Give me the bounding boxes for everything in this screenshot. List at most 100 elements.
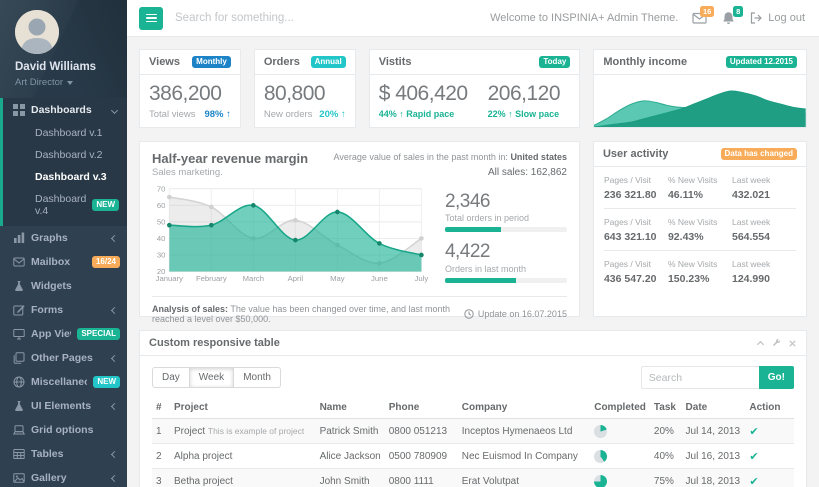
svg-text:70: 70 (157, 184, 166, 193)
sidebar-item-dashboard-v3[interactable]: Dashboard v.3 (3, 166, 127, 188)
check-icon[interactable]: ✔ (749, 475, 758, 487)
sidebar-item-dashboard-v2[interactable]: Dashboard v.2 (3, 144, 127, 166)
wrench-icon (772, 339, 781, 348)
sidebar-item-grid-options[interactable]: Grid options (0, 418, 127, 442)
custom-table-panel: Custom responsive table Day Week Month (139, 330, 807, 487)
kpi-label: Total orders in period (445, 213, 567, 223)
action-cell: ✔ (745, 419, 794, 444)
kpi-value: 4,422 (445, 242, 567, 263)
analysis-text: Analysis of sales: The value has been ch… (152, 304, 456, 324)
sidebar-item-miscellaneous[interactable]: Miscellaneous NEW (0, 370, 127, 394)
table-row: 1 Project This is example of project Pat… (152, 419, 794, 444)
sidebar-item-gallery[interactable]: Gallery (0, 466, 127, 487)
mailbox-count-badge: 16/24 (92, 256, 120, 268)
topbar: Welcome to INSPINIA+ Admin Theme. 16 8 L… (127, 0, 819, 37)
views-delta: 98% (204, 109, 223, 120)
alerts-button[interactable]: 8 (721, 11, 736, 25)
activity-row: Pages / Visit436 547.20 % New Visits150.… (604, 251, 796, 292)
task-cell: 75% (650, 469, 682, 487)
completed-pie-chart (594, 425, 607, 438)
chevron-left-icon (111, 402, 118, 409)
update-time: Update on 16.07.2015 (464, 304, 567, 324)
stats-row: Views Monthly 386,200 Total views 98% ↑ … (139, 49, 807, 128)
project-note: This is example of project (208, 426, 304, 436)
revenue-chart-wrap: 203040506070JanuaryFebruaryMarchAprilMay… (152, 182, 433, 286)
chevron-left-icon (111, 450, 118, 457)
revenue-note: Average value of sales in the past month… (333, 151, 566, 180)
visits-col-2: 206,120 22% ↑ Slow pace (488, 82, 560, 119)
column-header-task: Task (650, 397, 682, 419)
kpi-value: 2,346 (445, 192, 567, 213)
panel-title: Custom responsive table (149, 337, 280, 349)
visits-value-2: 206,120 (488, 82, 560, 106)
action-cell: ✔ (745, 469, 794, 487)
user-role-dropdown[interactable]: Art Director (15, 77, 119, 88)
welcome-text: Welcome to INSPINIA+ Admin Theme. (490, 12, 678, 24)
sidebar: David Williams Art Director Dashboards D… (0, 0, 127, 487)
sidebar-section-dashboards: Dashboards Dashboard v.1 Dashboard v.2 D… (0, 98, 127, 226)
chevron-left-icon (111, 234, 118, 241)
column-header-num: # (152, 397, 170, 419)
collapse-button[interactable] (756, 339, 765, 348)
new-badge: NEW (92, 199, 119, 211)
completed-cell (590, 469, 650, 487)
close-icon (788, 339, 797, 348)
phone-cell: 0800 1111 (385, 469, 458, 487)
svg-text:60: 60 (157, 201, 166, 210)
hamburger-icon (146, 14, 157, 16)
main-area: Welcome to INSPINIA+ Admin Theme. 16 8 L… (127, 0, 819, 487)
sidebar-item-forms[interactable]: Forms (0, 298, 127, 322)
topbar-search-input[interactable] (175, 12, 478, 24)
phone-cell: 0800 051213 (385, 419, 458, 444)
sidebar-item-widgets[interactable]: Widgets (0, 274, 127, 298)
income-chart (594, 76, 806, 127)
sidebar-item-dashboards[interactable]: Dashboards (3, 98, 127, 122)
tab-week[interactable]: Week (190, 367, 234, 388)
svg-text:January: January (156, 274, 184, 283)
svg-text:50: 50 (157, 217, 166, 226)
tab-day[interactable]: Day (152, 367, 190, 388)
middle-row: Half-year revenue margin Sales marketing… (139, 141, 807, 317)
table-row: 2 Alpha project Alice Jackson 0500 78090… (152, 444, 794, 469)
check-icon[interactable]: ✔ (749, 450, 758, 463)
last-week: 432.021 (732, 189, 796, 201)
sidebar-item-dashboard-v4[interactable]: Dashboard v.4 NEW (3, 188, 127, 222)
task-cell: 40% (650, 444, 682, 469)
picture-icon (12, 472, 25, 484)
sidebar-item-dashboard-v1[interactable]: Dashboard v.1 (3, 122, 127, 144)
card-title: Views (149, 56, 180, 68)
sidebar-item-app-views[interactable]: App Views SPECIAL (0, 322, 127, 346)
stat-card-visits: Vistits Today $ 406,420 44% ↑ Rapid pace… (369, 49, 581, 128)
panel-title: Half-year revenue margin (152, 151, 308, 166)
sidebar-item-graphs[interactable]: Graphs (0, 226, 127, 250)
profile-header: David Williams Art Director (0, 0, 127, 98)
revenue-panel: Half-year revenue margin Sales marketing… (139, 141, 580, 317)
today-badge: Today (539, 56, 570, 68)
close-button[interactable] (788, 339, 797, 348)
check-icon[interactable]: ✔ (749, 425, 758, 438)
table-search-input[interactable] (641, 366, 759, 389)
sidebar-item-mailbox[interactable]: Mailbox 16/24 (0, 250, 127, 274)
page-content: Views Monthly 386,200 Total views 98% ↑ … (127, 37, 819, 487)
flask-icon (12, 400, 25, 412)
user-name: David Williams (15, 61, 119, 73)
sidebar-toggle-button[interactable] (139, 7, 163, 30)
logout-button[interactable]: Log out (750, 12, 805, 24)
kpi-total-orders: 2,346 Total orders in period (445, 192, 567, 233)
go-button[interactable]: Go! (759, 366, 794, 389)
completed-pie-chart (594, 450, 607, 463)
row-number: 1 (152, 419, 170, 444)
card-title: Vistits (379, 56, 412, 68)
new-visits-pct: 150.23% (668, 273, 732, 285)
messages-button[interactable]: 16 (692, 11, 707, 25)
column-header-action: Action (745, 397, 794, 419)
avatar[interactable] (15, 10, 59, 54)
sidebar-item-tables[interactable]: Tables (0, 442, 127, 466)
flask-icon (12, 280, 25, 292)
sidebar-item-ui-elements[interactable]: UI Elements (0, 394, 127, 418)
annual-badge: Annual (311, 56, 346, 68)
sidebar-item-other-pages[interactable]: Other Pages (0, 346, 127, 370)
tab-month[interactable]: Month (234, 367, 281, 388)
stat-card-views: Views Monthly 386,200 Total views 98% ↑ (139, 49, 241, 128)
settings-button[interactable] (772, 339, 781, 348)
